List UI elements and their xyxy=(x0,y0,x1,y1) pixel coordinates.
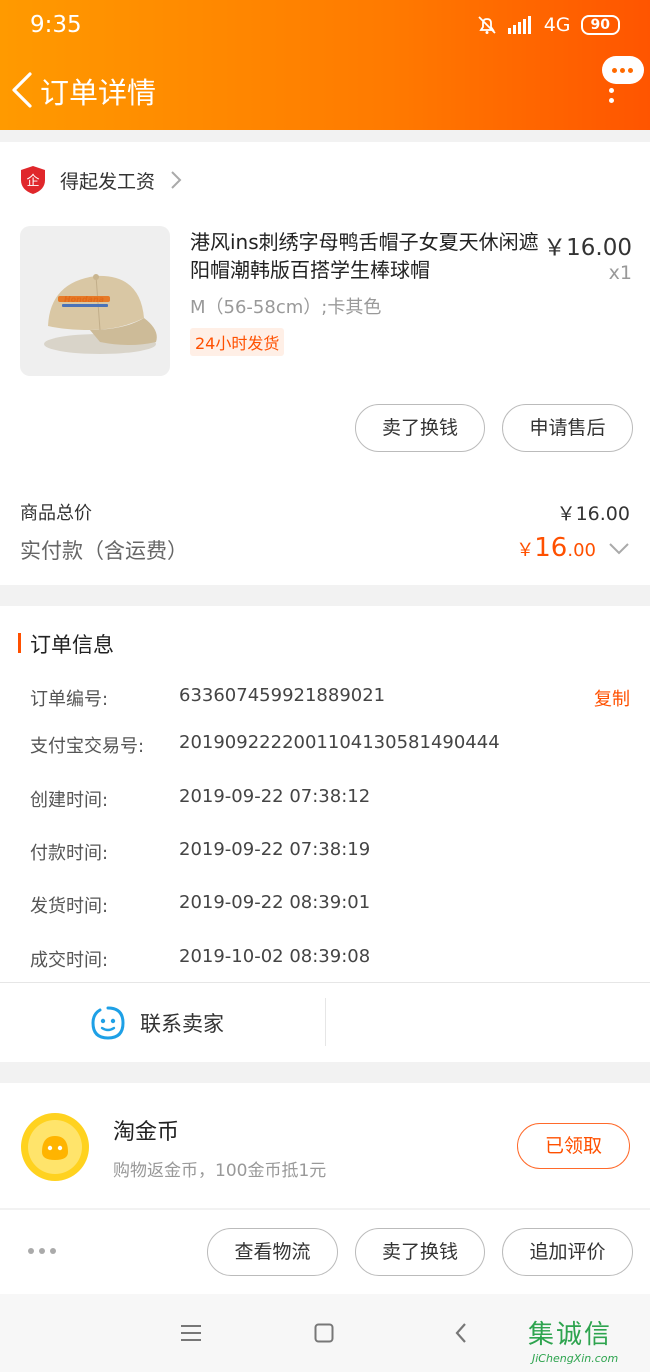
shipping-badge: 24小时发货 xyxy=(190,328,285,356)
home-icon[interactable] xyxy=(314,1323,334,1343)
chevron-right-icon xyxy=(171,171,182,189)
network-type: 4G xyxy=(543,14,571,36)
coin-title: 淘金币 xyxy=(113,1120,180,1145)
system-nav-bar: 集诚信 JiChengXin.com xyxy=(0,1294,650,1372)
paid-integer: 16 xyxy=(534,533,568,563)
section-accent-bar xyxy=(18,633,21,653)
paid-decimal: .00 xyxy=(567,540,596,561)
shop-row[interactable]: 企 得起发工资 xyxy=(20,162,183,198)
app-header: 9:35 4G 90 订单详情 xyxy=(0,0,650,130)
total-price-label: 商品总价 xyxy=(20,503,92,524)
svg-text:企: 企 xyxy=(26,173,39,189)
completed-time-label: 成交时间: xyxy=(30,950,109,971)
status-icons: 4G 90 xyxy=(476,14,620,36)
paid-amount-value: ￥16.00 xyxy=(516,533,596,563)
order-number-value: 633607459921889021 xyxy=(179,685,386,706)
more-dots-icon[interactable] xyxy=(28,1248,58,1256)
more-menu-button[interactable] xyxy=(602,56,644,114)
mute-bell-icon xyxy=(478,16,496,34)
watermark-logo: 集诚信 JiChengXin.com xyxy=(528,1312,644,1368)
vertical-divider xyxy=(325,998,326,1046)
sell-for-cash-button-bottom[interactable]: 卖了换钱 xyxy=(355,1228,485,1276)
shipped-time-value: 2019-09-22 08:39:01 xyxy=(179,892,371,913)
watermark-logo-text: 集诚信 xyxy=(528,1320,613,1350)
add-review-button[interactable]: 追加评价 xyxy=(502,1228,633,1276)
order-info-card xyxy=(0,606,650,1062)
gold-coin-icon xyxy=(21,1113,89,1181)
cap-image-icon: Hondana xyxy=(44,274,157,354)
paid-time-value: 2019-09-22 07:38:19 xyxy=(179,839,371,860)
sell-for-cash-button[interactable]: 卖了换钱 xyxy=(355,404,485,452)
product-price: ￥16.00 xyxy=(543,235,632,261)
coin-subtitle: 购物返金币，100金币抵1元 xyxy=(113,1161,327,1181)
menu-icon[interactable] xyxy=(180,1324,202,1342)
status-bar: 9:35 4G 90 xyxy=(0,0,650,56)
chevron-down-icon[interactable] xyxy=(608,542,630,556)
status-time: 9:35 xyxy=(30,12,82,38)
order-number-label: 订单编号: xyxy=(30,689,109,710)
contact-seller-label: 联系卖家 xyxy=(140,1012,224,1036)
product-sku: M（56-58cm）;卡其色 xyxy=(190,297,382,318)
paid-currency: ￥ xyxy=(516,540,535,561)
product-quantity: x1 xyxy=(608,262,632,284)
message-bubble-icon xyxy=(602,56,644,84)
watermark-url: JiChengXin.com xyxy=(532,1352,619,1365)
created-time-value: 2019-09-22 07:38:12 xyxy=(179,786,371,807)
nav-bar: 订单详情 xyxy=(0,56,650,130)
alipay-trade-label: 支付宝交易号: xyxy=(30,736,145,757)
paid-amount-label: 实付款（含运费） xyxy=(20,539,188,563)
page-title: 订单详情 xyxy=(40,76,157,110)
signal-icon xyxy=(507,16,531,34)
copy-button[interactable]: 复制 xyxy=(594,685,630,711)
back-icon[interactable] xyxy=(454,1322,468,1344)
chat-face-icon xyxy=(91,1006,125,1040)
shipped-time-label: 发货时间: xyxy=(30,896,109,917)
product-image[interactable]: Hondana xyxy=(20,226,170,376)
contact-seller-button[interactable]: 联系卖家 xyxy=(90,1005,224,1041)
divider xyxy=(0,982,650,983)
back-arrow-icon[interactable] xyxy=(8,68,38,112)
created-time-label: 创建时间: xyxy=(30,790,109,811)
total-price-value: ￥16.00 xyxy=(556,503,630,525)
shop-name: 得起发工资 xyxy=(60,170,156,193)
shop-badge-icon: 企 xyxy=(21,166,45,194)
paid-time-label: 付款时间: xyxy=(30,843,109,864)
completed-time-value: 2019-10-02 08:39:08 xyxy=(179,946,371,967)
view-logistics-button[interactable]: 查看物流 xyxy=(207,1228,338,1276)
order-info-title: 订单信息 xyxy=(30,633,114,657)
alipay-trade-value: 2019092222001104130581490444 xyxy=(179,732,500,753)
product-title[interactable]: 港风ins刺绣字母鸭舌帽子女夏天休闲遮阳帽潮韩版百搭学生棒球帽 xyxy=(190,228,550,284)
coin-claimed-button[interactable]: 已领取 xyxy=(517,1123,630,1169)
cap-text: Hondana xyxy=(64,295,104,304)
battery-indicator: 90 xyxy=(580,15,620,35)
after-sale-button[interactable]: 申请售后 xyxy=(502,404,633,452)
